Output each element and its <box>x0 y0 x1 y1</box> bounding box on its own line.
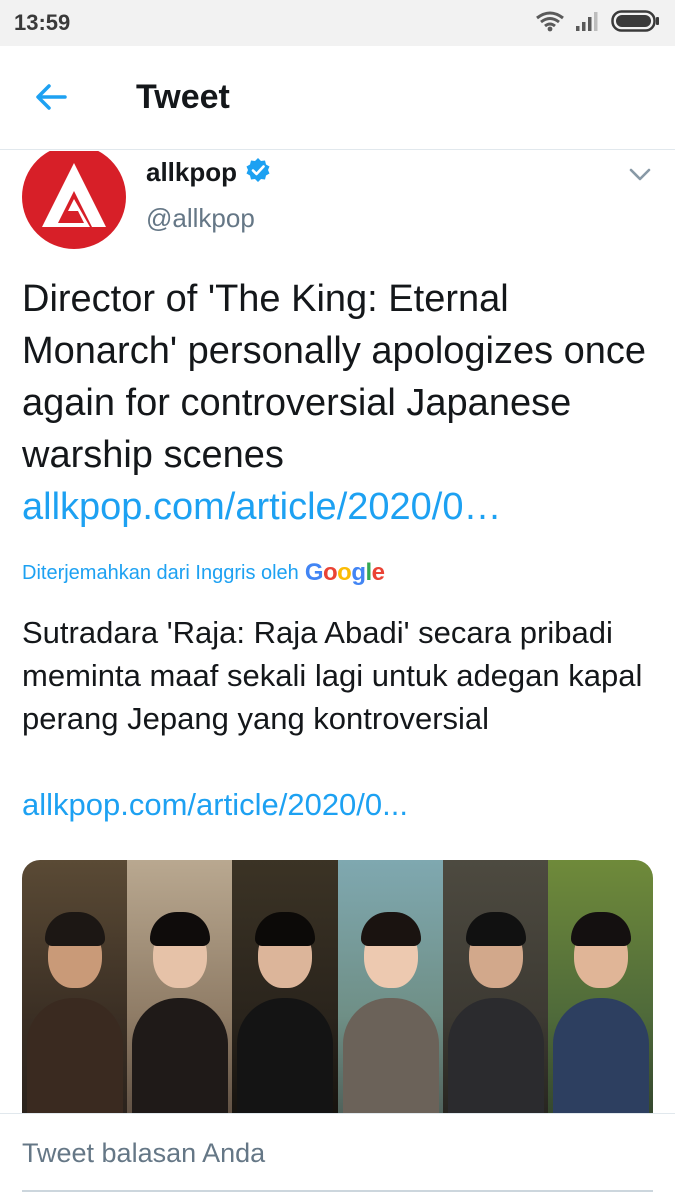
translation-attribution[interactable]: Diterjemahkan dari Inggris oleh Google <box>22 559 385 587</box>
status-bar: 13:59 <box>0 0 675 46</box>
verified-badge-icon <box>245 157 271 188</box>
back-button[interactable] <box>28 76 74 122</box>
tweet-link[interactable]: allkpop.com/article/2020/0… <box>22 481 501 533</box>
tweet: allkpop @allkpop Director of 'The King: … <box>0 151 675 1113</box>
media-panel-1 <box>22 860 128 1113</box>
reply-bar: Tweet balasan Anda <box>0 1113 675 1200</box>
media-panel-6 <box>547 860 653 1113</box>
media-panel-2 <box>127 860 233 1113</box>
media-panel-4 <box>337 860 443 1113</box>
translated-link[interactable]: allkpop.com/article/2020/0... <box>22 783 408 826</box>
app-header: Tweet <box>0 46 675 150</box>
translation-label: Diterjemahkan dari Inggris oleh <box>22 561 299 584</box>
chevron-down-icon[interactable] <box>627 161 653 187</box>
arrow-left-icon <box>35 83 67 116</box>
status-icons <box>535 9 661 37</box>
wifi-icon <box>535 10 565 37</box>
page-title: Tweet <box>136 78 230 116</box>
translated-text: Sutradara 'Raja: Raja Abadi' secara prib… <box>22 615 643 736</box>
author-handle[interactable]: @allkpop <box>146 203 255 234</box>
google-logo: Google <box>304 559 385 586</box>
tweet-media-image[interactable] <box>22 860 653 1113</box>
author-name[interactable]: allkpop <box>146 157 237 188</box>
signal-icon <box>575 10 601 37</box>
media-panel-5 <box>442 860 548 1113</box>
reply-input-underline <box>22 1190 653 1192</box>
reply-input[interactable]: Tweet balasan Anda <box>22 1138 265 1169</box>
status-time: 13:59 <box>14 10 71 35</box>
battery-icon <box>611 9 661 38</box>
avatar[interactable] <box>22 151 126 249</box>
media-panel-3 <box>232 860 338 1113</box>
author-name-row: allkpop <box>146 157 271 188</box>
tweet-text: Director of 'The King: Eternal Monarch' … <box>22 278 647 476</box>
allkpop-logo-icon <box>42 163 106 227</box>
